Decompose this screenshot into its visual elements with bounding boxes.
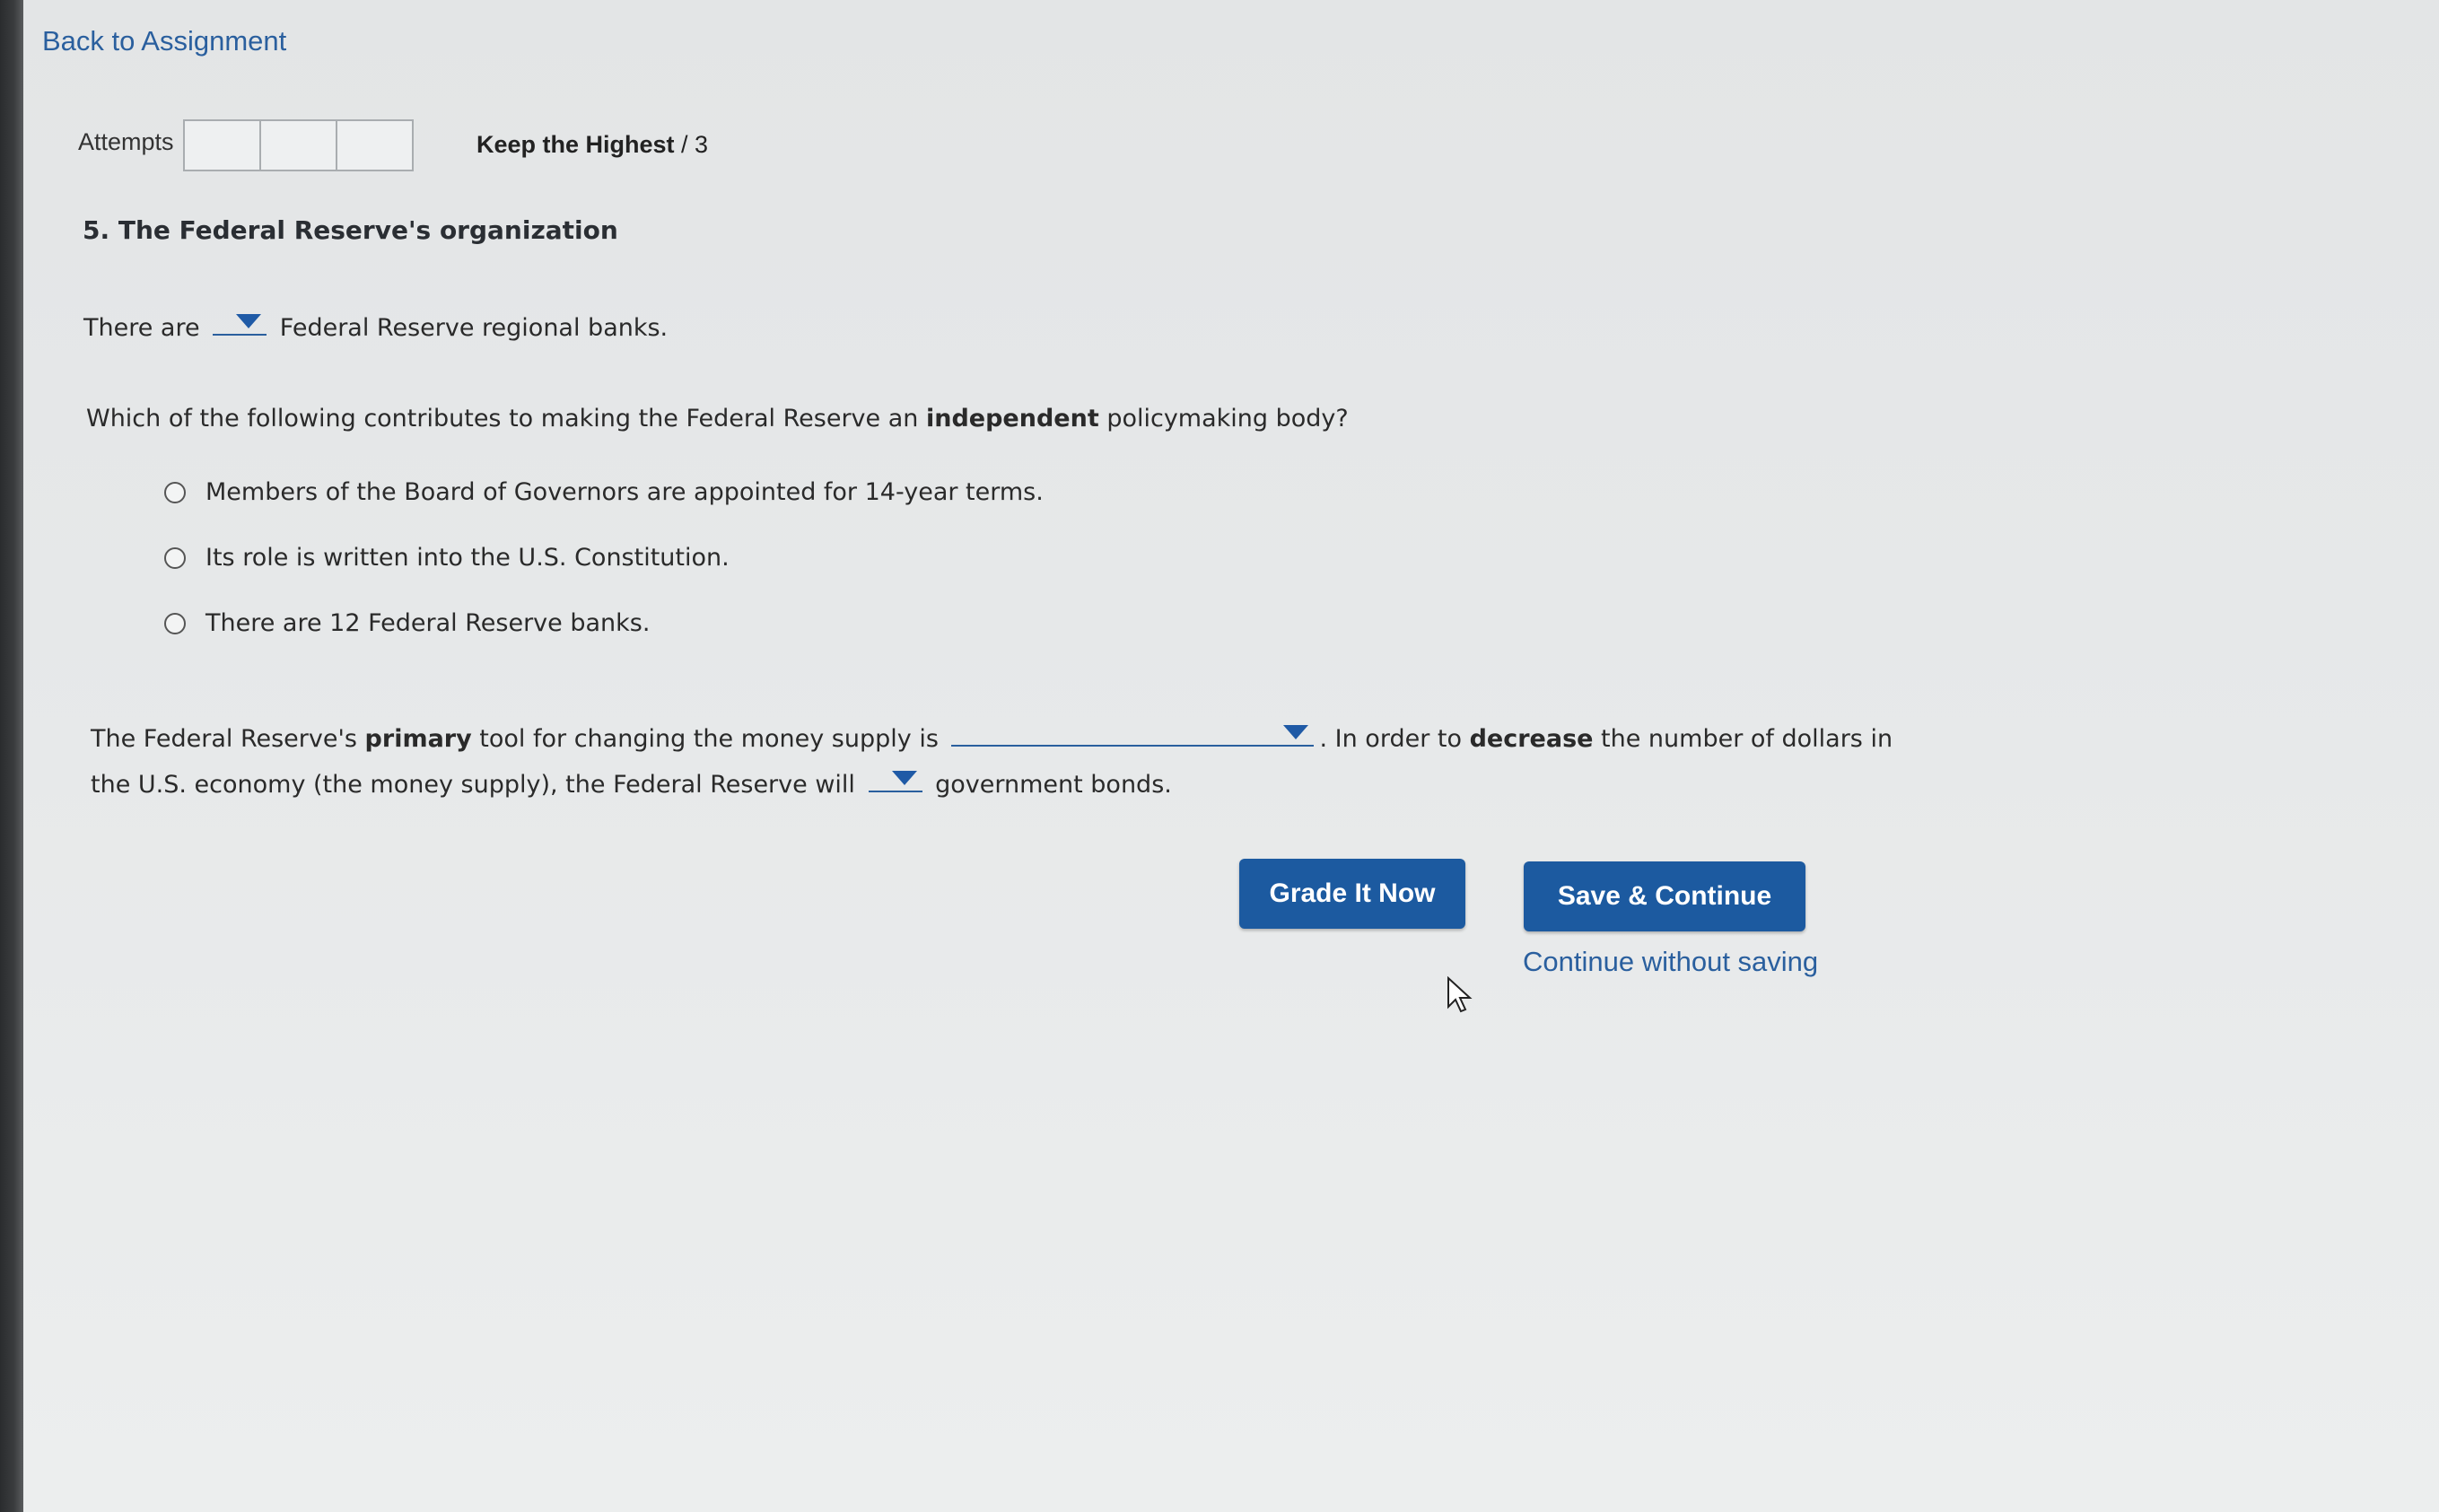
back-to-assignment-link[interactable]: Back to Assignment — [42, 25, 286, 57]
radio-button[interactable] — [164, 481, 186, 503]
screen-bezel — [0, 0, 23, 1512]
chevron-down-icon — [891, 771, 917, 785]
continue-without-saving-link[interactable]: Continue without saving — [1523, 946, 1818, 978]
tool-line-after: the number of dollars in — [1593, 725, 1893, 753]
primary-tool-dropdown[interactable] — [951, 718, 1315, 747]
tool-line-bold-primary: primary — [364, 725, 472, 753]
tool-line-bold-decrease: decrease — [1469, 725, 1594, 753]
save-and-continue-button[interactable]: Save & Continue — [1524, 861, 1805, 931]
banks-line: There are Federal Reserve regional banks… — [83, 307, 668, 342]
chevron-down-icon — [1283, 725, 1309, 739]
option-label: Members of the Board of Governors are ap… — [205, 478, 1044, 506]
money-supply-tool-line: The Federal Reserve's primary tool for c… — [91, 718, 1893, 753]
option-row[interactable]: Members of the Board of Governors are ap… — [164, 478, 1044, 506]
keep-highest-label: Keep the Highest / 3 — [476, 131, 708, 159]
bonds-line-before: the U.S. economy (the money supply), the… — [91, 771, 855, 799]
independence-question-bold: independent — [925, 405, 1099, 433]
radio-button[interactable] — [164, 546, 186, 569]
regional-banks-dropdown[interactable] — [213, 307, 267, 336]
bonds-line-after: government bonds. — [935, 771, 1172, 799]
chevron-down-icon — [236, 314, 262, 328]
attempt-box — [259, 119, 337, 171]
keep-highest-text: Keep the Highest — [476, 131, 675, 158]
independence-question: Which of the following contributes to ma… — [86, 405, 1349, 433]
mouse-pointer-icon — [1447, 976, 1473, 1013]
independence-question-before: Which of the following contributes to ma… — [86, 405, 926, 433]
attempt-box — [183, 119, 261, 171]
tool-line-before: The Federal Reserve's — [91, 725, 365, 753]
option-label: There are 12 Federal Reserve banks. — [205, 609, 651, 637]
option-label: Its role is written into the U.S. Consti… — [205, 544, 730, 572]
radio-button[interactable] — [164, 612, 186, 634]
tool-line-mid: tool for changing the money supply is — [471, 725, 939, 753]
attempt-boxes — [183, 119, 414, 171]
attempt-box — [336, 119, 414, 171]
bond-action-dropdown[interactable] — [868, 764, 922, 792]
option-row[interactable]: There are 12 Federal Reserve banks. — [164, 609, 650, 637]
grade-it-now-button[interactable]: Grade It Now — [1239, 859, 1465, 929]
banks-line-after: Federal Reserve regional banks. — [279, 314, 669, 342]
tool-line-mid2: . In order to — [1319, 725, 1470, 753]
attempts-label: Attempts — [78, 128, 174, 155]
bonds-line: the U.S. economy (the money supply), the… — [91, 764, 1172, 799]
independence-question-after: policymaking body? — [1098, 405, 1349, 433]
attempts-max: / 3 — [674, 131, 709, 158]
banks-line-before: There are — [83, 314, 200, 342]
question-title: 5. The Federal Reserve's organization — [83, 215, 618, 245]
option-row[interactable]: Its role is written into the U.S. Consti… — [164, 544, 730, 572]
